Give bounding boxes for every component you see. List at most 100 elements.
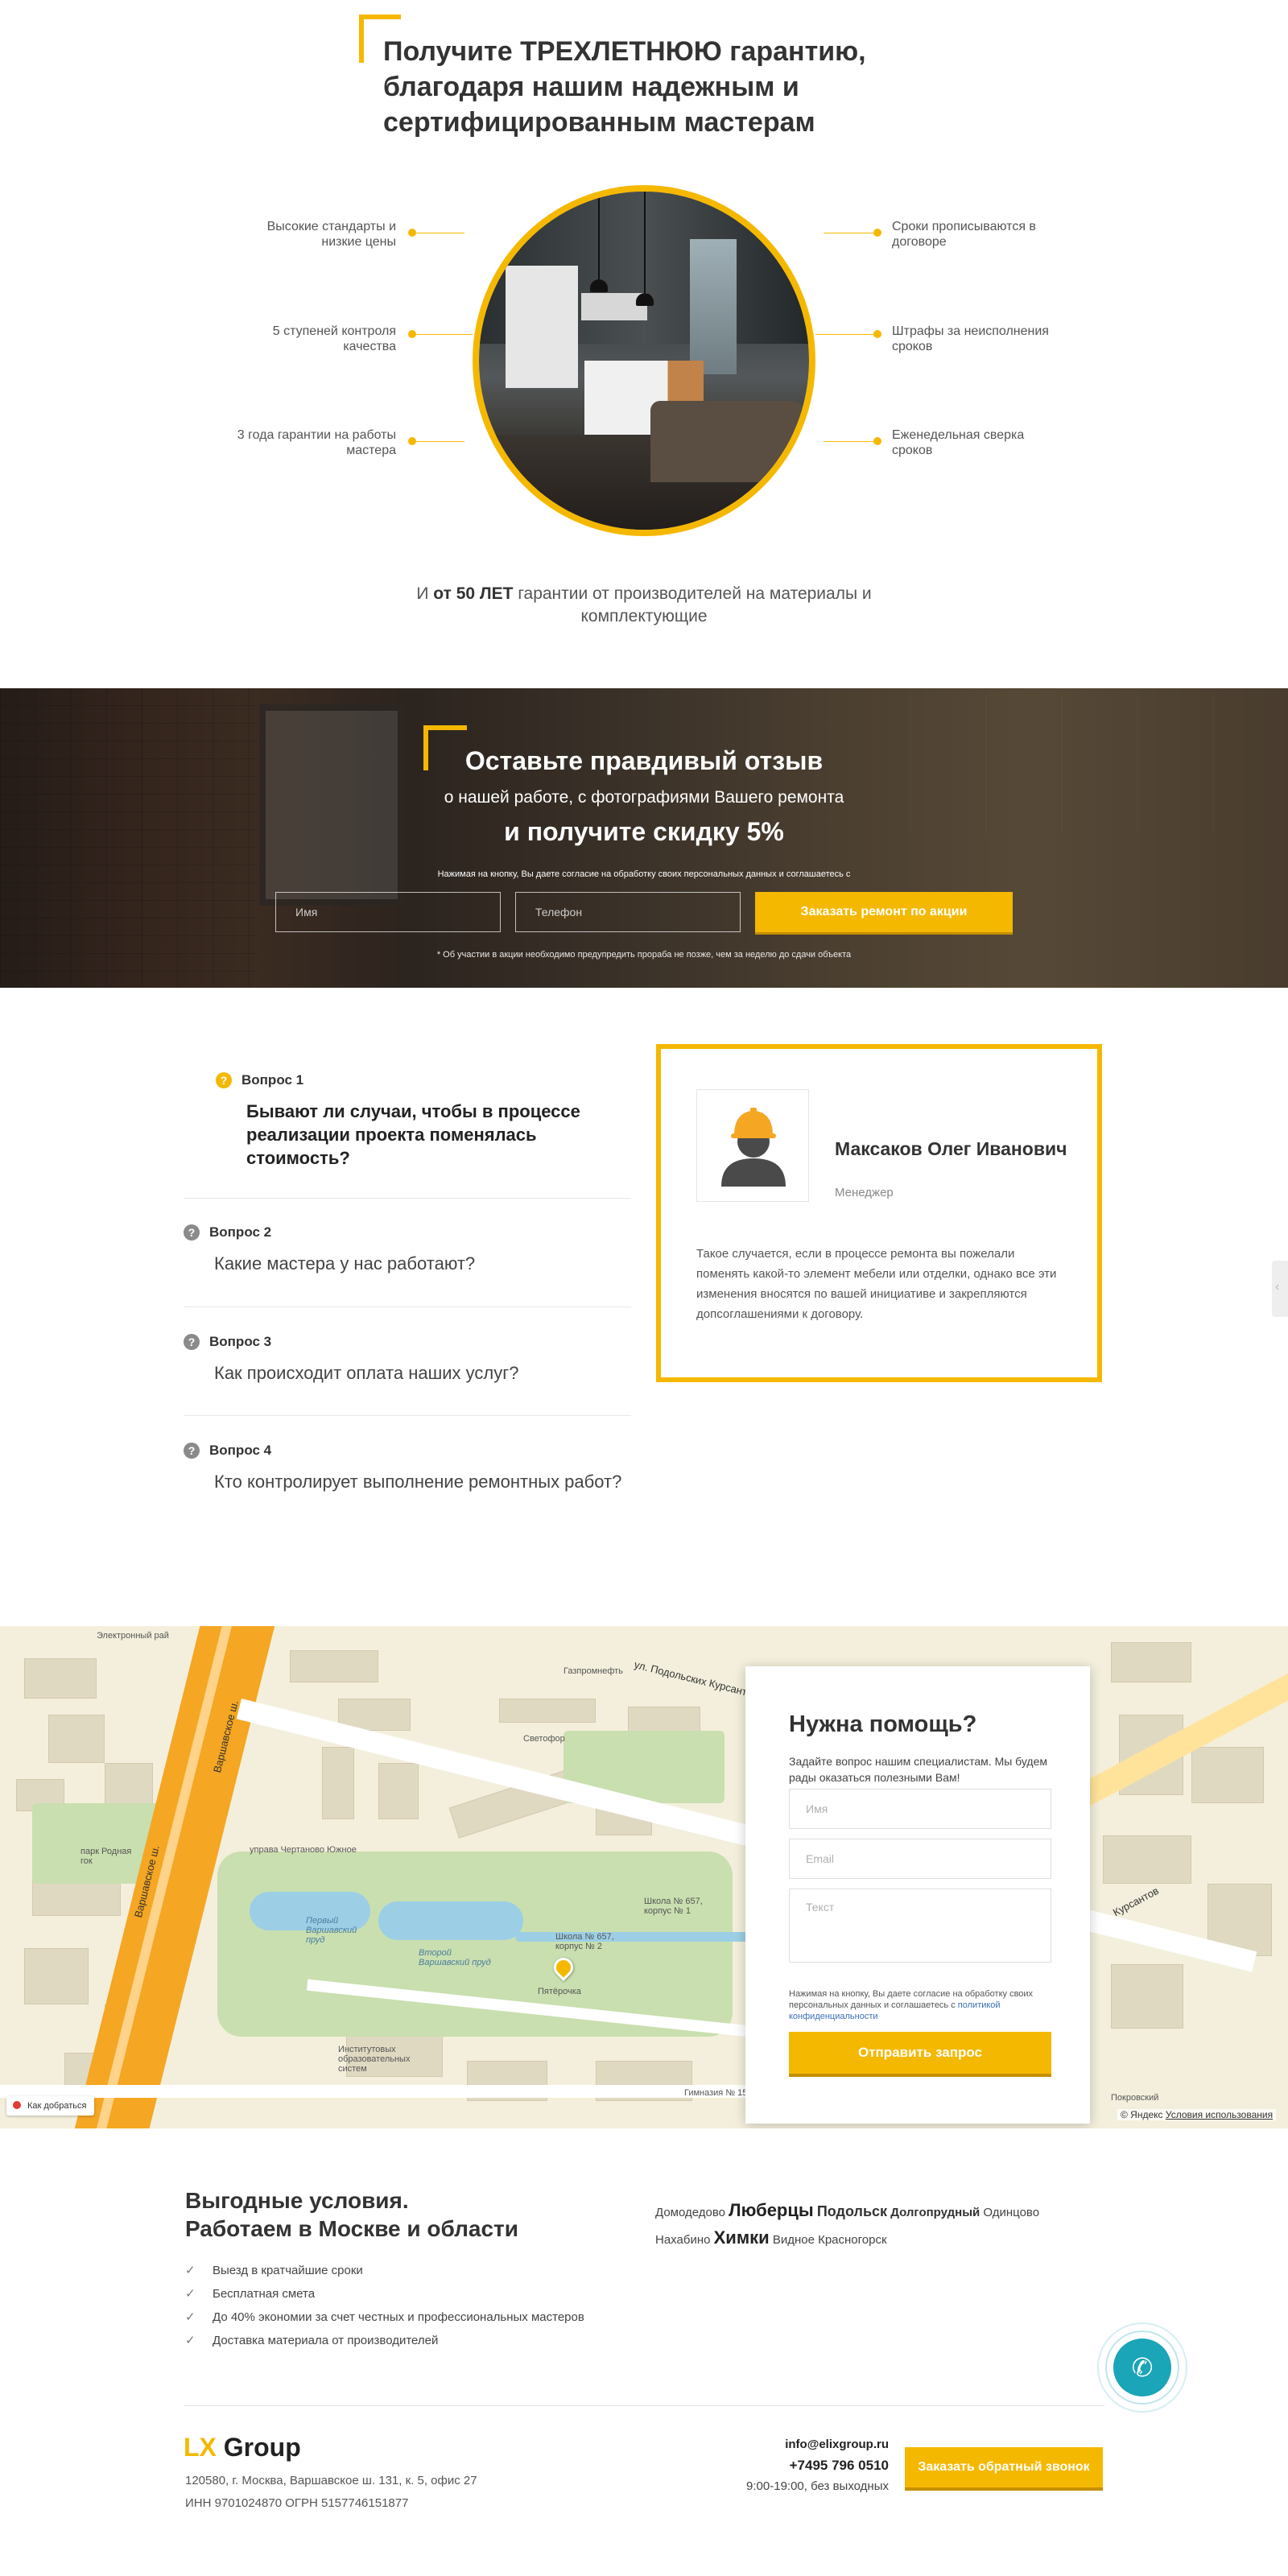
location-map[interactable]: Варшавское ш. Варшавское ш. ул. Подольск…	[0, 1626, 1288, 2128]
map-label: Газпромнефть	[564, 1666, 623, 1676]
review-phone-input[interactable]	[515, 892, 741, 932]
side-panel-tab[interactable]: ‹	[1272, 1261, 1288, 1317]
faq-question-text: Кто контролирует выполнение ремонтных ра…	[214, 1472, 622, 1492]
faq-question-label: Вопрос 4	[209, 1443, 272, 1458]
faq-question-label: Вопрос 1	[242, 1072, 304, 1088]
faq-question-label: Вопрос 2	[209, 1224, 272, 1240]
map-building	[1191, 1747, 1264, 1803]
map-building	[499, 1699, 596, 1723]
help-name-input[interactable]	[789, 1789, 1051, 1829]
help-text-input[interactable]	[789, 1889, 1051, 1963]
conditions-title-line1: Выгодные условия.	[185, 2188, 409, 2213]
question-icon: ?	[216, 1072, 232, 1088]
faq-divider	[184, 1415, 631, 1416]
help-email-input[interactable]	[789, 1839, 1051, 1879]
kitchen-photo	[473, 185, 815, 536]
check-icon: ✓	[185, 2287, 196, 2301]
city-tag: Долгопрудный	[890, 2206, 980, 2219]
callback-request-button[interactable]: Заказать обратный звонок	[905, 2447, 1103, 2487]
footer-phone[interactable]: +7495 796 0510	[684, 2455, 889, 2476]
conditions-title-line2: Работаем в Москве и области	[185, 2216, 518, 2241]
logo-lx: LX	[184, 2433, 217, 2462]
faq-divider	[184, 1198, 631, 1199]
logo-group: Group	[223, 2433, 301, 2462]
map-pond	[378, 1901, 523, 1940]
question-icon: ?	[184, 1224, 200, 1241]
route-button-label: Как добраться	[27, 2101, 87, 2111]
faq-question-1[interactable]: ? Вопрос 1 Бывают ли случаи, чтобы в про…	[184, 1072, 631, 1170]
city-tag: Красногорск	[818, 2233, 887, 2247]
footer-divider	[184, 2405, 1104, 2406]
worker-icon	[721, 1108, 786, 1187]
kitchen-photo-image	[479, 192, 809, 530]
manager-role: Менеджер	[835, 1186, 894, 1199]
photo-lamp-cord	[597, 192, 600, 280]
faq-answer-text: Такое случается, если в процессе ремонта…	[696, 1247, 1057, 1321]
map-street-label: ул. Подольских Курсантов	[633, 1658, 760, 1701]
faq-question-4[interactable]: ? Вопрос 4 Кто контролирует выполнение р…	[184, 1443, 631, 1493]
faq-question-text: Бывают ли случаи, чтобы в процессе реали…	[246, 1101, 580, 1168]
city-tag: Химки	[713, 2227, 770, 2248]
map-building	[48, 1715, 105, 1763]
review-banner: Оставьте правдивый отзыв о нашей работе,…	[0, 688, 1288, 988]
guarantee-section: Получите ТРЕХЛЕТНЮЮ гарантию, благодаря …	[0, 0, 1288, 688]
faq-question-header: ? Вопрос 2	[184, 1224, 631, 1241]
map-building	[1111, 1964, 1183, 2029]
faq-question-header: ? Вопрос 4	[184, 1443, 631, 1459]
map-label: Школа № 657, корпус № 2	[555, 1932, 614, 1951]
guarantee-title-line2: благодаря нашим надежным и	[383, 72, 799, 102]
footer-email[interactable]: info@elixgroup.ru	[684, 2434, 889, 2455]
feature-dot	[873, 330, 881, 338]
photo-sofa	[650, 401, 803, 483]
help-description: Задайте вопрос нашим специалистам. Мы бу…	[789, 1755, 1048, 1784]
map-label: Светофор	[523, 1734, 565, 1744]
lx-group-logo[interactable]: LX Group	[184, 2433, 301, 2462]
conditions-item: ✓ Доставка материала от производителей	[185, 2329, 584, 2352]
feature-left-1: Высокие стандарты и низкие цены	[266, 220, 396, 249]
bottom-suffix: гарантии от производителей на материалы …	[518, 584, 872, 625]
help-consent-text: Нажимая на кнопку, Вы даете согласие на …	[789, 1988, 1055, 2022]
map-terms-link[interactable]: Условия использования	[1166, 2109, 1273, 2120]
faq-question-text: Как происходит оплата наших услуг?	[214, 1363, 519, 1383]
feature-connector	[824, 441, 873, 442]
map-label: Второй Варшавский пруд	[419, 1948, 491, 1967]
faq-question-3[interactable]: ? Вопрос 3 Как происходит оплата наших у…	[184, 1334, 631, 1385]
callback-widget-button[interactable]: ✆	[1113, 2339, 1171, 2396]
map-label: Пятёрочка	[538, 1987, 581, 1996]
help-title: Нужна помощь?	[789, 1711, 977, 1737]
feature-dot	[408, 437, 416, 445]
review-name-input[interactable]	[275, 892, 501, 932]
map-park	[217, 1852, 733, 2037]
feature-dot	[408, 330, 416, 338]
city-tag: Люберцы	[729, 2200, 814, 2220]
guarantee-title-line3: сертифицированным мастерам	[383, 107, 815, 138]
map-building	[290, 1650, 378, 1682]
conditions-item: ✓ Бесплатная смета	[185, 2282, 584, 2306]
manufacturer-guarantee-text: И от 50 ЛЕТ гарантии от производителей н…	[362, 583, 926, 628]
city-tag: Подольск	[816, 2203, 888, 2219]
faq-question-header: ? Вопрос 1	[184, 1072, 631, 1088]
faq-question-2[interactable]: ? Вопрос 2 Какие мастера у нас работают?	[184, 1224, 631, 1275]
conditions-item: ✓ До 40% экономии за счет честных и профе…	[185, 2306, 584, 2329]
photo-cabinet	[505, 266, 578, 388]
feature-right-1: Сроки прописываются в договоре	[892, 220, 1036, 249]
manager-avatar	[696, 1089, 809, 1202]
map-street-label: Курсантов	[1111, 1884, 1161, 1919]
map-label: Институтовых образовательных систем	[338, 2045, 411, 2074]
map-attribution: © Яндекс Условия использования	[1117, 2109, 1277, 2120]
photo-lamp-shade	[589, 279, 608, 293]
order-promo-repair-button[interactable]: Заказать ремонт по акции	[755, 892, 1013, 932]
feature-right-3: Еженедельная сверка сроков	[892, 428, 1025, 457]
map-label: управа Чертаново Южное	[250, 1845, 357, 1855]
faq-question-label: Вопрос 3	[209, 1334, 272, 1349]
cities-cloud: Домодедово Люберцы Подольск Долгопрудный…	[655, 2198, 1106, 2252]
check-icon: ✓	[185, 2310, 196, 2324]
map-building	[322, 1747, 354, 1819]
route-button[interactable]: Как добраться	[6, 2096, 95, 2116]
send-request-button[interactable]: Отправить запрос	[789, 2032, 1051, 2074]
map-building	[24, 1658, 97, 1699]
faq-question-text: Какие мастера у нас работают?	[214, 1253, 476, 1274]
footer-address-block: 120580, г. Москва, Варшавское ш. 131, к.…	[185, 2470, 477, 2515]
footer-legal: ИНН 9701024870 ОГРН 5157746151877	[185, 2496, 409, 2510]
faq-answer-card: Максаков Олег Иванович Менеджер Такое сл…	[656, 1044, 1102, 1382]
